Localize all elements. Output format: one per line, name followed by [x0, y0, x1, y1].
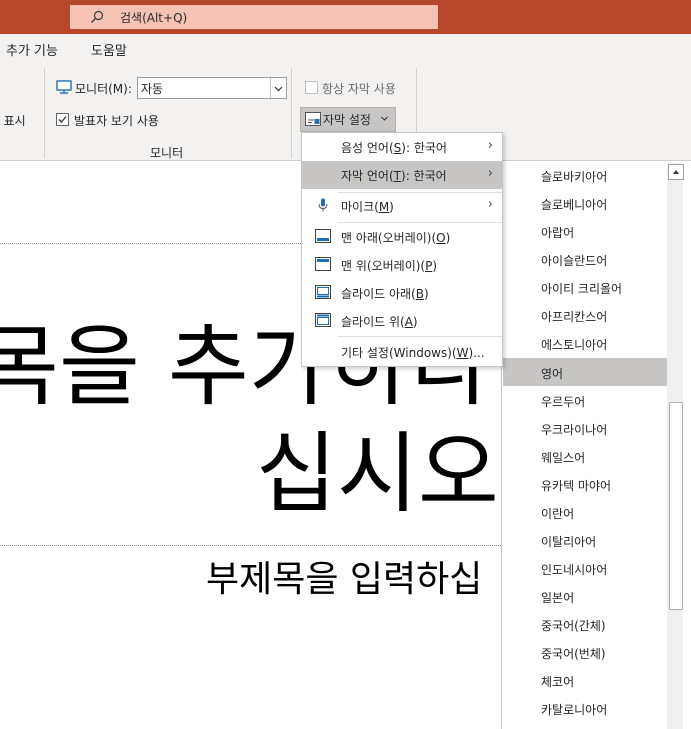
- menu-item-above-slide[interactable]: 슬라이드 위(A): [302, 307, 502, 335]
- presenter-view-label: 발표자 보기 사용: [74, 114, 159, 128]
- scrollbar-thumb[interactable]: [669, 402, 683, 610]
- monitor-group-label: 모니터: [150, 146, 184, 160]
- chevron-down-icon: [381, 116, 388, 121]
- always-subtitles-label: 항상 자막 사용: [322, 82, 396, 96]
- language-item[interactable]: 인도네시아어: [503, 554, 668, 582]
- language-item[interactable]: 유카텍 마야어: [503, 470, 668, 498]
- language-item[interactable]: 우크라이나어: [503, 414, 668, 442]
- chevron-down-icon[interactable]: [270, 78, 286, 98]
- search-icon: [91, 10, 104, 23]
- language-item[interactable]: 이탈리아어: [503, 526, 668, 554]
- always-subtitles-checkbox[interactable]: [305, 81, 318, 94]
- monitor-icon: [56, 80, 72, 94]
- language-item[interactable]: 아이슬란드어: [503, 245, 668, 273]
- language-item[interactable]: 중국어(번체): [503, 638, 668, 666]
- caption-settings-button[interactable]: 자막 설정: [300, 107, 396, 132]
- subtitles-icon: [305, 112, 321, 126]
- tab-add-ins[interactable]: 추가 기능: [6, 40, 58, 59]
- tab-help[interactable]: 도움말: [91, 40, 127, 59]
- language-item[interactable]: 에스토니아어: [503, 329, 668, 357]
- language-item[interactable]: 이란어: [503, 498, 668, 526]
- ribbon-divider: [44, 68, 45, 158]
- microphone-icon: [318, 198, 328, 212]
- menu-item-bottom-overlay[interactable]: 맨 아래(오버레이)(O): [302, 223, 502, 251]
- monitor-select-value: 자동: [141, 82, 164, 96]
- menu-tabs-bar: 추가 기능 도움말: [0, 34, 691, 64]
- subtitle-language-list: 슬로바키아어 슬로베니아어 아랍어 아이슬란드어 아이티 크리올어 아프리칸스어…: [501, 161, 691, 729]
- language-item[interactable]: 아랍어: [503, 217, 668, 245]
- language-item[interactable]: 슬로베니아어: [503, 189, 668, 217]
- language-item[interactable]: 슬로바키아어: [503, 161, 668, 189]
- search-box[interactable]: 검색(Alt+Q): [70, 5, 438, 29]
- language-item[interactable]: 아프리칸스어: [503, 301, 668, 329]
- language-item[interactable]: 일본어: [503, 582, 668, 610]
- overlay-bottom-icon: [315, 229, 331, 243]
- menu-divider: [338, 336, 502, 337]
- language-item[interactable]: 우르두어: [503, 386, 668, 414]
- monitor-select[interactable]: 자동: [137, 77, 287, 99]
- menu-item-spoken-language[interactable]: 음성 언어(S): 한국어 ›: [302, 133, 502, 161]
- overlay-top-icon: [315, 257, 331, 271]
- slide-subtitle[interactable]: 부제목을 입력하십: [206, 558, 482, 602]
- monitor-label: 모니터(M):: [75, 82, 132, 96]
- above-slide-icon: [315, 313, 331, 327]
- show-option-partial[interactable]: · 표시: [0, 112, 26, 129]
- chevron-right-icon: ›: [487, 197, 493, 212]
- menu-item-microphone[interactable]: 마이크(M) ›: [302, 192, 502, 220]
- language-item-selected[interactable]: 영어: [503, 358, 668, 386]
- checkmark-icon: [58, 116, 67, 123]
- below-slide-icon: [315, 285, 331, 299]
- language-item[interactable]: 카탈로니아어: [503, 694, 668, 722]
- scroll-up-button[interactable]: [668, 164, 684, 180]
- language-item[interactable]: 아이티 크리올어: [503, 273, 668, 301]
- menu-item-top-overlay[interactable]: 맨 위(오버레이)(P): [302, 251, 502, 279]
- language-item[interactable]: 웨일스어: [503, 442, 668, 470]
- menu-item-other-settings[interactable]: 기타 설정(Windows)(W)...: [302, 338, 502, 366]
- language-item[interactable]: 체코어: [503, 666, 668, 694]
- slide-title-line2[interactable]: 십시오: [256, 425, 499, 523]
- language-item[interactable]: 중국어(간체): [503, 610, 668, 638]
- chevron-right-icon: ›: [487, 138, 493, 153]
- search-placeholder: 검색(Alt+Q): [120, 11, 188, 25]
- menu-item-subtitle-language[interactable]: 자막 언어(T): 한국어 ›: [302, 161, 502, 189]
- caption-settings-label: 자막 설정: [323, 113, 371, 127]
- chevron-right-icon: ›: [487, 166, 493, 181]
- presenter-view-checkbox[interactable]: [56, 113, 69, 126]
- caption-settings-menu: 음성 언어(S): 한국어 › 자막 언어(T): 한국어 › 마이크(M) ›…: [301, 132, 503, 367]
- menu-item-below-slide[interactable]: 슬라이드 아래(B): [302, 279, 502, 307]
- chevron-up-icon: [673, 170, 679, 174]
- ribbon-divider: [291, 68, 292, 158]
